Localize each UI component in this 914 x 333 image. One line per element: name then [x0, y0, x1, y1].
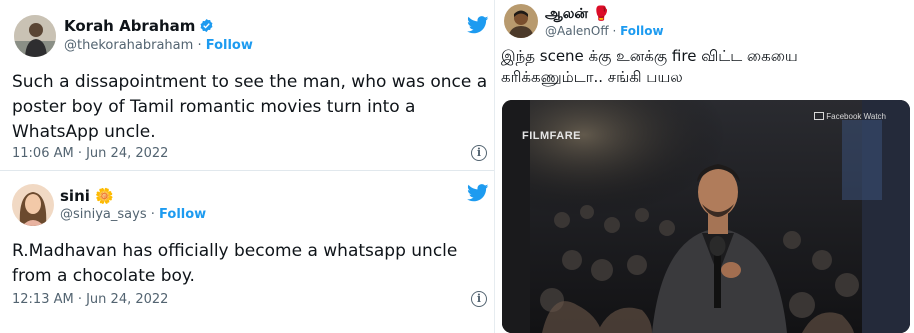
twitter-bird-icon[interactable] — [467, 184, 489, 202]
separator-dot: · — [612, 24, 617, 38]
handle-line: @siniya_says · Follow — [60, 207, 206, 222]
separator-dot: · — [150, 207, 155, 222]
twitter-bird-icon[interactable] — [467, 16, 489, 34]
video-watermark-text: Facebook Watch — [826, 112, 886, 121]
user-handle[interactable]: @siniya_says — [60, 207, 147, 222]
tweet-text: R.Madhavan has officially become a whats… — [12, 241, 458, 286]
follow-button[interactable]: Follow — [620, 24, 664, 38]
tweet-card[interactable]: sini 🌼 @siniya_says · Follow R.Madhavan … — [0, 170, 494, 333]
tweet-timestamp[interactable]: 11:06 AM · Jun 24, 2022 — [12, 146, 168, 161]
tweet-video[interactable]: FILMFARE Facebook Watch — [502, 100, 910, 333]
tweet-timestamp[interactable]: 12:13 AM · Jun 24, 2022 — [12, 292, 168, 307]
channel-logo: FILMFARE — [522, 130, 581, 142]
avatar[interactable] — [12, 184, 54, 226]
tweet-card[interactable]: Korah Abraham @thekorahabraham · Follow … — [0, 0, 494, 170]
info-icon[interactable]: i — [471, 291, 487, 307]
display-name[interactable]: Korah Abraham — [64, 17, 214, 35]
separator-dot: · — [197, 38, 202, 53]
follow-button[interactable]: Follow — [159, 207, 206, 222]
tweet-text: Such a dissapointment to see the man, wh… — [12, 72, 488, 142]
video-watermark: Facebook Watch — [814, 112, 886, 121]
tweet-text: இந்த scene க்கு உனக்கு fire விட்ட கையை க… — [501, 47, 798, 86]
avatar[interactable] — [14, 15, 56, 57]
display-name[interactable]: sini 🌼 — [60, 187, 114, 205]
user-handle[interactable]: @thekorahabraham — [64, 38, 193, 53]
avatar[interactable] — [504, 4, 538, 38]
handle-line: @AalenOff · Follow — [545, 24, 664, 38]
play-icon — [814, 112, 825, 120]
handle-line: @thekorahabraham · Follow — [64, 38, 253, 53]
info-icon[interactable]: i — [471, 145, 487, 161]
follow-button[interactable]: Follow — [206, 38, 253, 53]
verified-badge-icon — [200, 18, 213, 33]
display-name[interactable]: ஆலன் 🥊 — [545, 6, 610, 24]
user-handle[interactable]: @AalenOff — [545, 24, 609, 38]
tweet-card[interactable]: ஆலன் 🥊 @AalenOff · Follow இந்த scene க்க… — [494, 0, 914, 333]
display-name-text: Korah Abraham — [64, 17, 196, 35]
